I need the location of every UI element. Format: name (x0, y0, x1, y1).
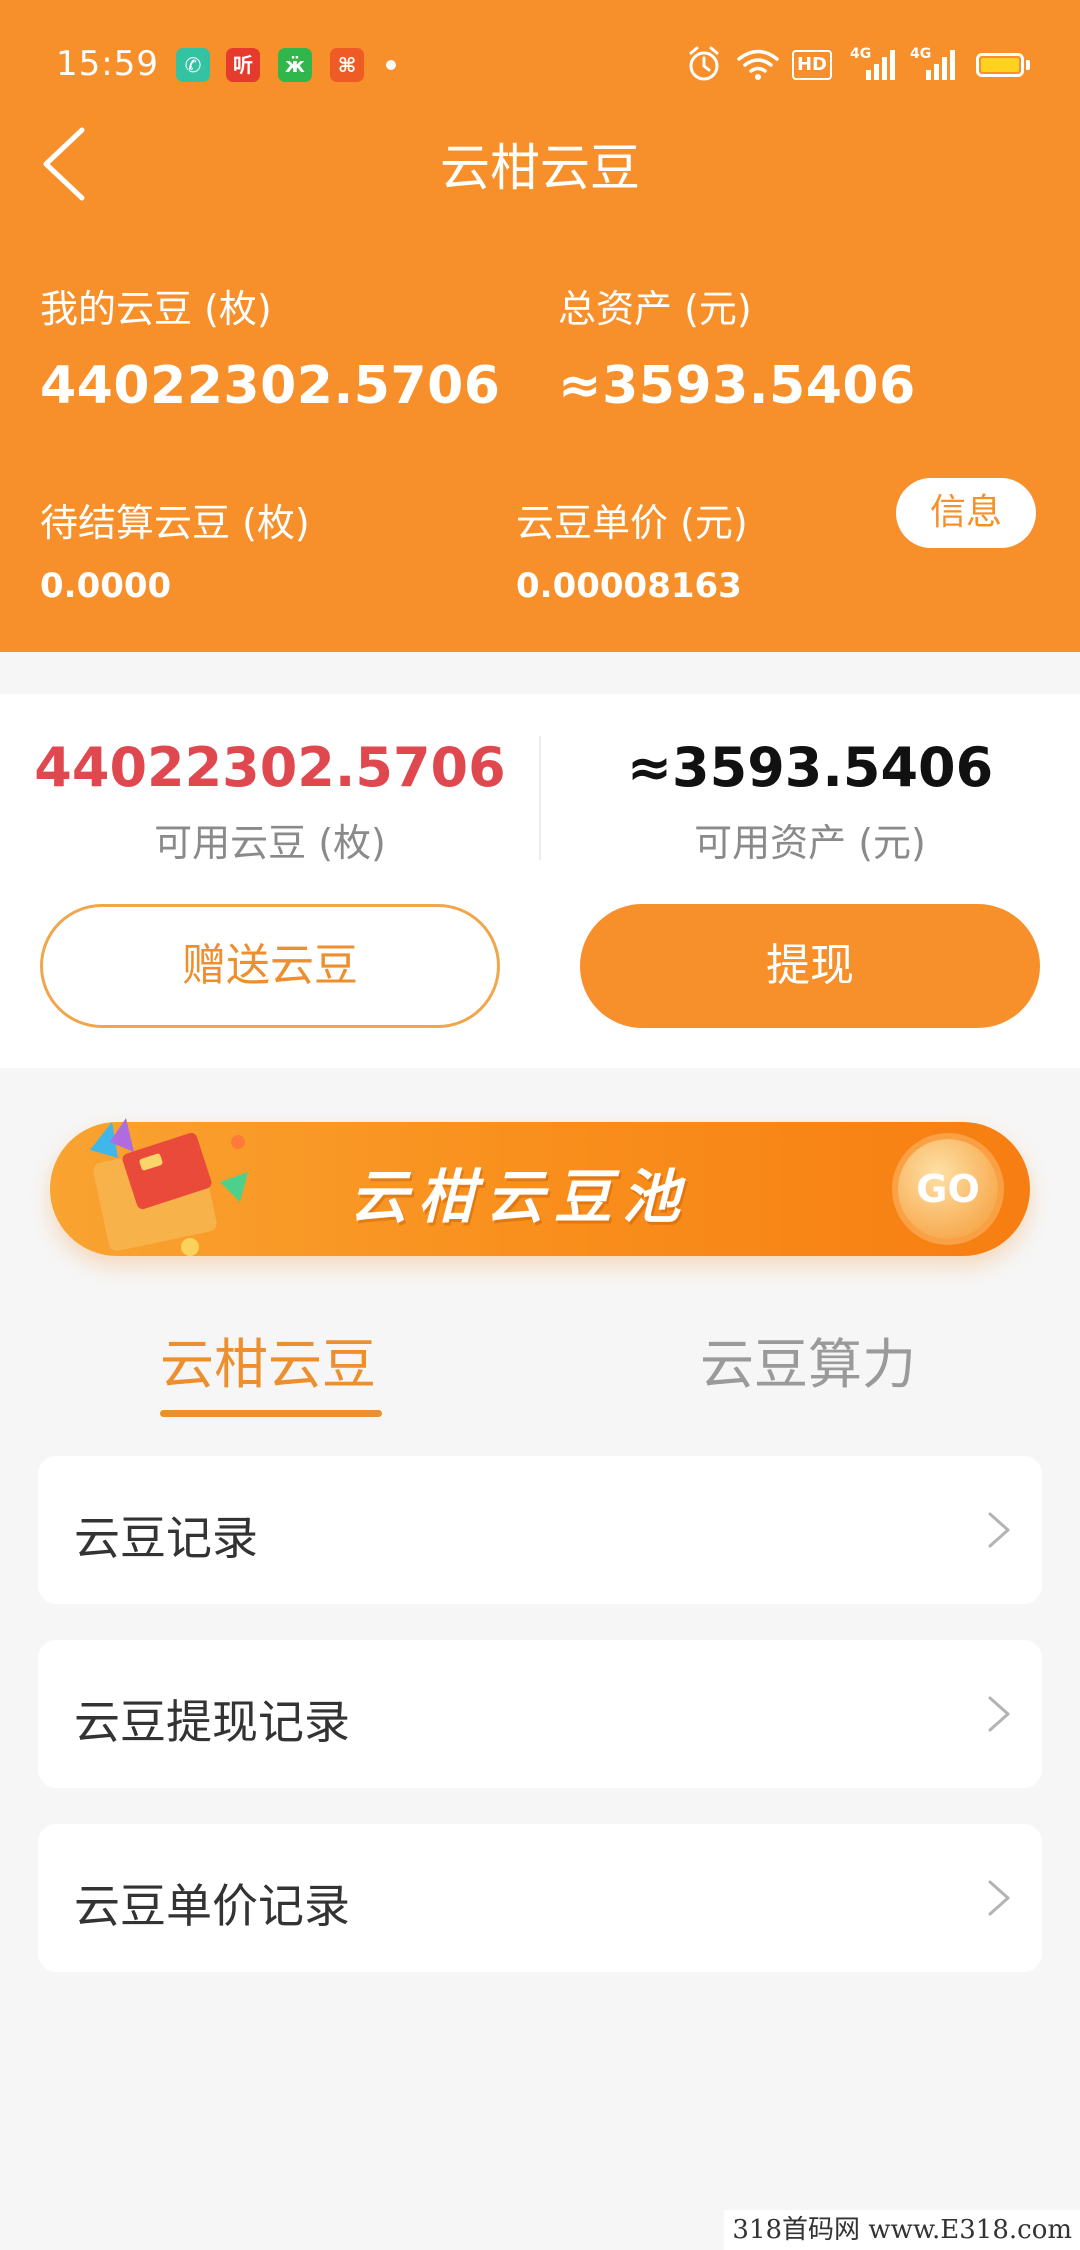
phone-app-icon: ✆ (176, 48, 210, 82)
banner-go-button[interactable]: GO (898, 1139, 998, 1239)
chevron-right-icon (988, 1880, 1010, 1916)
list-item-bean-records[interactable]: 云豆记录 (38, 1456, 1042, 1604)
status-time: 15:59 (56, 44, 159, 84)
balance-card: 44022302.5706 可用云豆 (枚) ≈3593.5406 可用资产 (… (0, 694, 1080, 1068)
battery-icon (976, 53, 1024, 77)
unit-price-label: 云豆单价 (元) (516, 501, 748, 545)
total-assets-label: 总资产 (元) (558, 287, 752, 331)
list-item-label: 云豆单价记录 (74, 1879, 350, 1933)
info-button[interactable]: 信息 (896, 478, 1036, 548)
available-beans-value: 44022302.5706 (34, 736, 506, 799)
list-item-label: 云豆记录 (74, 1511, 258, 1565)
active-tab-indicator (160, 1410, 382, 1417)
chevron-right-icon (988, 1512, 1010, 1548)
list-item-label: 云豆提现记录 (74, 1695, 350, 1749)
signal-strength-icon (866, 50, 895, 80)
red-envelope-gift-icon (90, 1118, 248, 1256)
list-item-price-records[interactable]: 云豆单价记录 (38, 1824, 1042, 1972)
site-watermark: 318首码网 www.E318.com (724, 2210, 1080, 2250)
list-item-withdraw-records[interactable]: 云豆提现记录 (38, 1640, 1042, 1788)
tab-bean-hashpower[interactable]: 云豆算力 (700, 1320, 916, 1399)
hd-voice-icon: HD (792, 50, 832, 80)
available-assets-label: 可用资产 (元) (694, 821, 926, 865)
unit-price-value: 0.00008163 (516, 566, 742, 606)
banner-title: 云柑云豆池 (350, 1163, 691, 1231)
green-app-icon: ӝ (278, 48, 312, 82)
available-beans-label: 可用云豆 (枚) (154, 821, 386, 865)
withdraw-button[interactable]: 提现 (580, 904, 1040, 1028)
ting-app-icon: 听 (226, 48, 260, 82)
bean-pool-banner[interactable]: 云柑云豆池 GO (50, 1118, 1030, 1256)
page-title: 云柑云豆 (440, 139, 640, 197)
battery-tip (1026, 60, 1030, 70)
header-panel: 15:59 ✆ 听 ӝ ⌘ HD 4G 4G 云柑云豆 我的云豆 (枚) 440… (0, 0, 1080, 652)
notification-dot-icon (386, 60, 396, 70)
pending-beans-value: 0.0000 (40, 566, 172, 606)
wifi-icon (737, 49, 779, 80)
pending-beans-label: 待结算云豆 (枚) (40, 501, 310, 545)
available-assets-value: ≈3593.5406 (626, 736, 994, 799)
status-bar: 15:59 ✆ 听 ӝ ⌘ HD 4G 4G (0, 0, 1080, 130)
total-assets-value: ≈3593.5406 (558, 356, 916, 416)
gift-beans-button[interactable]: 赠送云豆 (40, 904, 500, 1028)
my-beans-label: 我的云豆 (枚) (40, 287, 272, 331)
tab-yungan-beans[interactable]: 云柑云豆 (160, 1320, 376, 1399)
alarm-icon (689, 46, 719, 81)
orange-app-icon: ⌘ (330, 48, 364, 82)
my-beans-value: 44022302.5706 (40, 356, 501, 416)
signal-strength-icon (926, 50, 955, 80)
chevron-right-icon (988, 1696, 1010, 1732)
